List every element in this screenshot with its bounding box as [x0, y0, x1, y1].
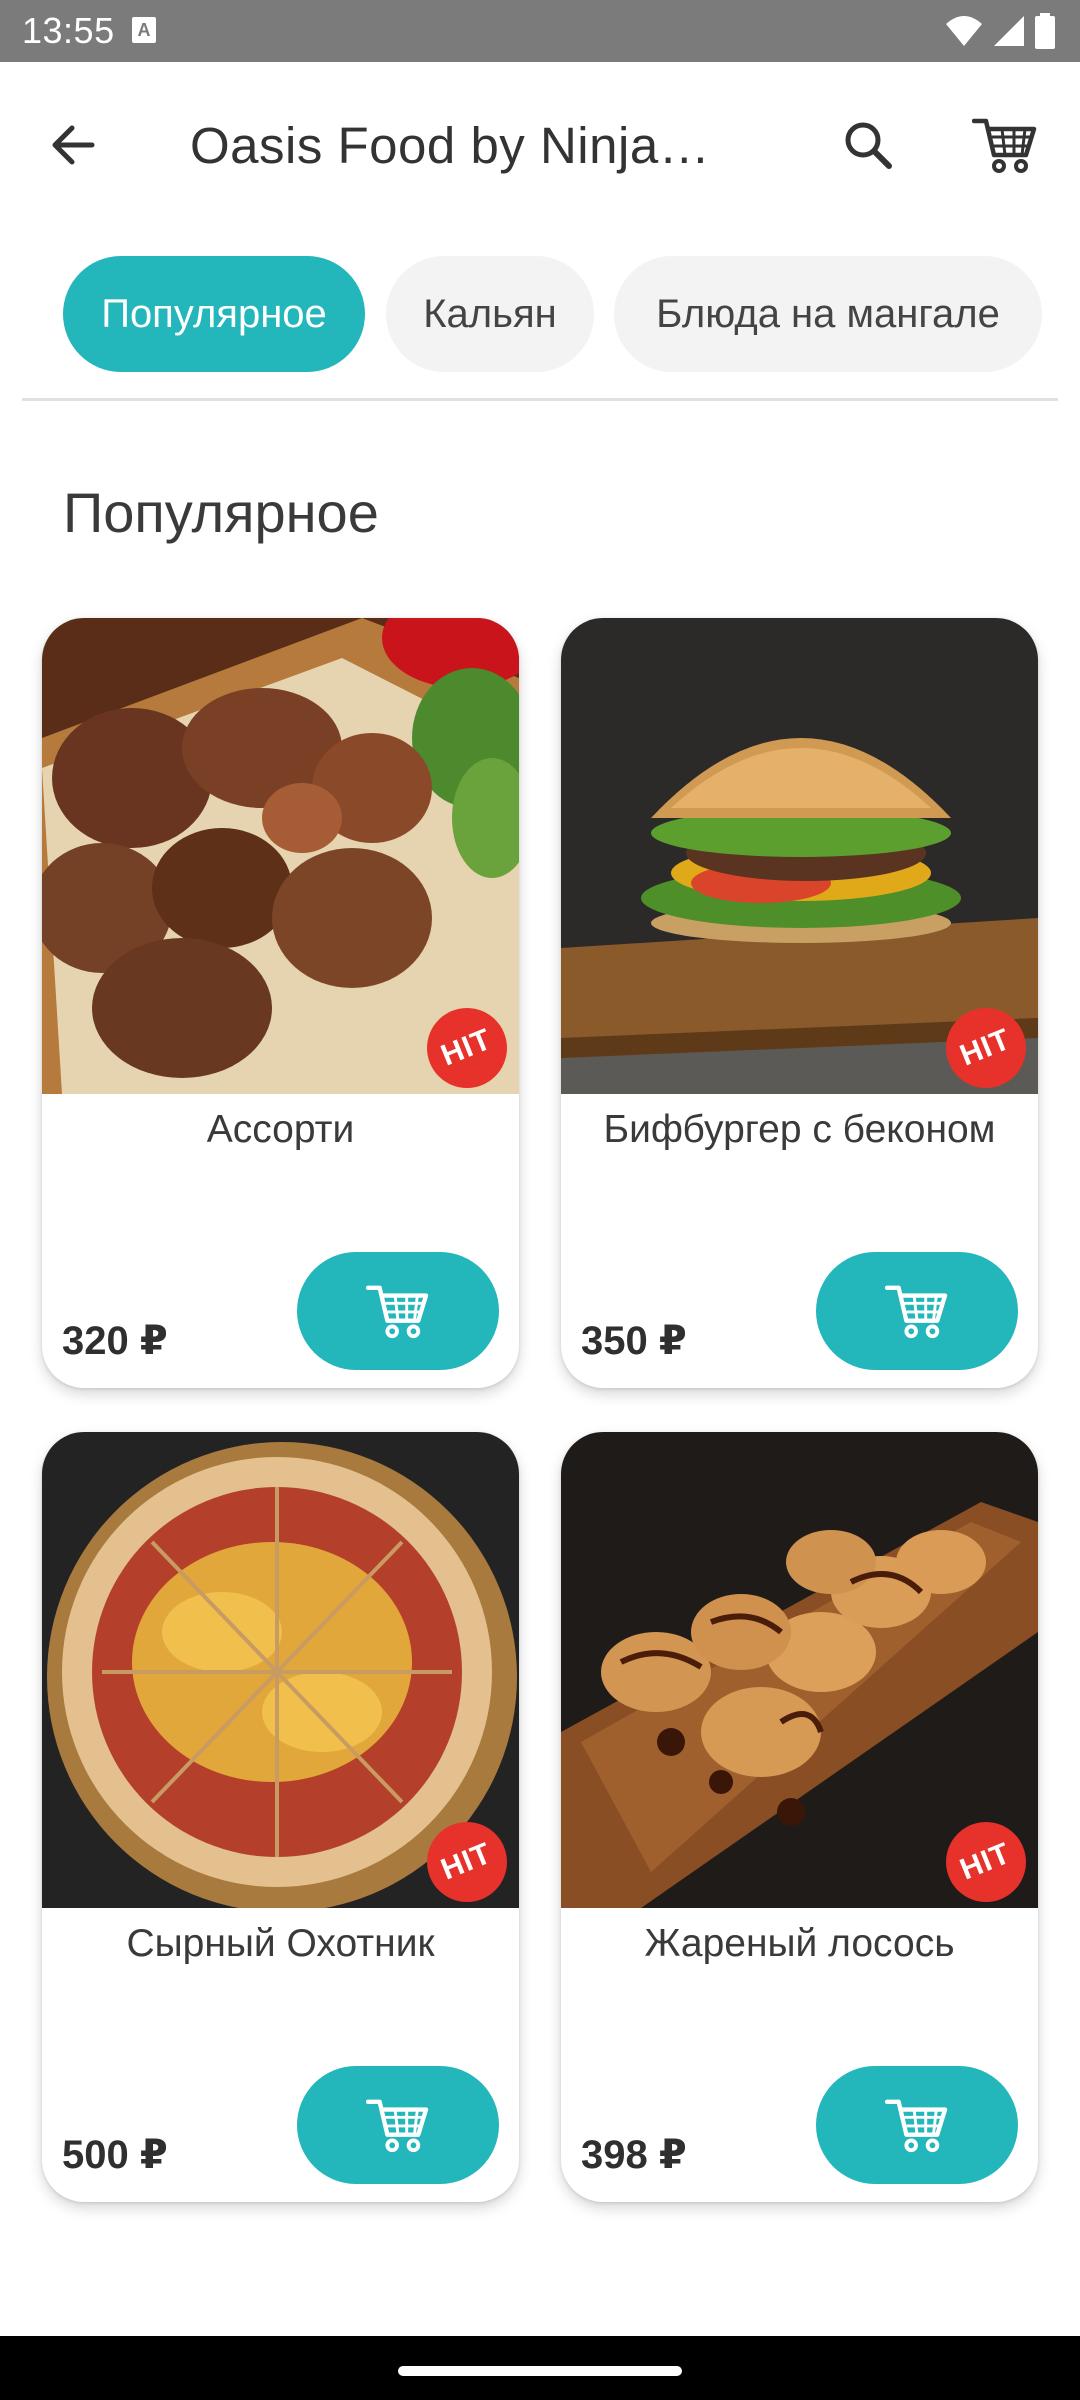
cart-icon	[366, 2099, 429, 2153]
page-title: Oasis Food by Ninja…	[190, 117, 711, 174]
product-card[interactable]: HIT Сырный Охотник 500 ₽	[42, 1432, 519, 2202]
cart-button[interactable]	[960, 100, 1050, 190]
battery-icon	[1035, 13, 1055, 49]
search-icon	[845, 122, 892, 169]
cart-icon	[885, 2099, 948, 2153]
cart-icon	[366, 1285, 429, 1339]
product-price: 398 ₽	[581, 2133, 687, 2177]
product-price: 350 ₽	[581, 1319, 687, 1363]
product-name: Жареный лосось	[644, 1922, 955, 1965]
back-button[interactable]	[30, 102, 116, 188]
cart-icon	[885, 1285, 948, 1339]
search-button[interactable]	[825, 102, 911, 188]
tab-hookah[interactable]: Кальян	[386, 256, 594, 372]
status-time: 13:55	[22, 10, 115, 51]
product-card[interactable]: HIT Жареный лосось 398 ₽	[561, 1432, 1038, 2202]
product-card[interactable]: HIT Ассорти 320 ₽	[42, 618, 519, 1388]
add-to-cart-button[interactable]	[297, 2066, 499, 2184]
signal-icon	[994, 16, 1024, 46]
tabs-divider	[22, 398, 1058, 401]
product-card[interactable]: HIT Бифбургер с беконом 350 ₽	[561, 618, 1038, 1388]
add-to-cart-button[interactable]	[816, 2066, 1018, 2184]
hit-badge: HIT	[427, 1008, 507, 1088]
tab-grill-dishes[interactable]: Блюда на мангале	[614, 256, 1042, 372]
home-gesture-handle[interactable]	[398, 2366, 682, 2376]
add-to-cart-button[interactable]	[297, 1252, 499, 1370]
section-title: Популярное	[63, 481, 379, 544]
status-bar: 13:55 A	[0, 0, 1080, 62]
top-app-bar: Oasis Food by Ninja…	[0, 62, 1080, 212]
cart-icon	[972, 118, 1037, 173]
product-price: 500 ₽	[62, 2133, 168, 2177]
product-name: Бифбургер с беконом	[603, 1108, 996, 1151]
category-tabs: Популярное Кальян Блюда на мангале	[0, 255, 1080, 375]
arrow-left-icon	[52, 125, 95, 165]
product-price: 320 ₽	[62, 1319, 168, 1363]
tab-popular[interactable]: Популярное	[63, 256, 365, 372]
hit-badge: HIT	[946, 1822, 1026, 1902]
notification-icon: A	[132, 17, 156, 43]
add-to-cart-button[interactable]	[816, 1252, 1018, 1370]
hit-badge: HIT	[946, 1008, 1026, 1088]
hit-badge: HIT	[427, 1822, 507, 1902]
product-name: Ассорти	[206, 1108, 355, 1151]
status-icons	[944, 12, 1056, 50]
wifi-icon	[946, 16, 982, 46]
product-name: Сырный Охотник	[126, 1922, 435, 1965]
